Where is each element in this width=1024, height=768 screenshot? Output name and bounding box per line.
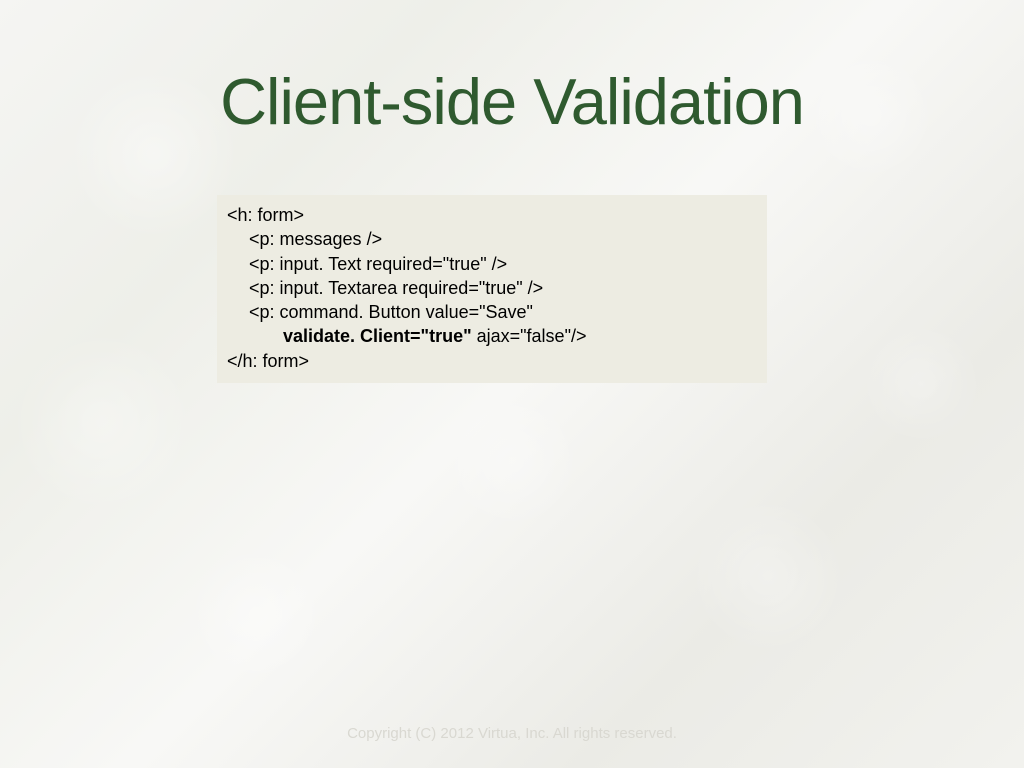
code-line-4: <p: input. Textarea required="true" /> [227, 276, 757, 300]
code-block: <h: form> <p: messages /> <p: input. Tex… [217, 195, 767, 383]
code-rest-segment: ajax="false"/> [472, 326, 587, 346]
code-line-2: <p: messages /> [227, 227, 757, 251]
code-line-6: validate. Client="true" ajax="false"/> [227, 324, 757, 348]
code-line-7: </h: form> [227, 349, 757, 373]
copyright-footer: Copyright (C) 2012 Virtua, Inc. All righ… [0, 725, 1024, 742]
code-line-1: <h: form> [227, 203, 757, 227]
slide-title: Client-side Validation [0, 64, 1024, 139]
code-bold-segment: validate. Client="true" [283, 326, 472, 346]
code-line-3: <p: input. Text required="true" /> [227, 252, 757, 276]
code-line-5: <p: command. Button value="Save" [227, 300, 757, 324]
